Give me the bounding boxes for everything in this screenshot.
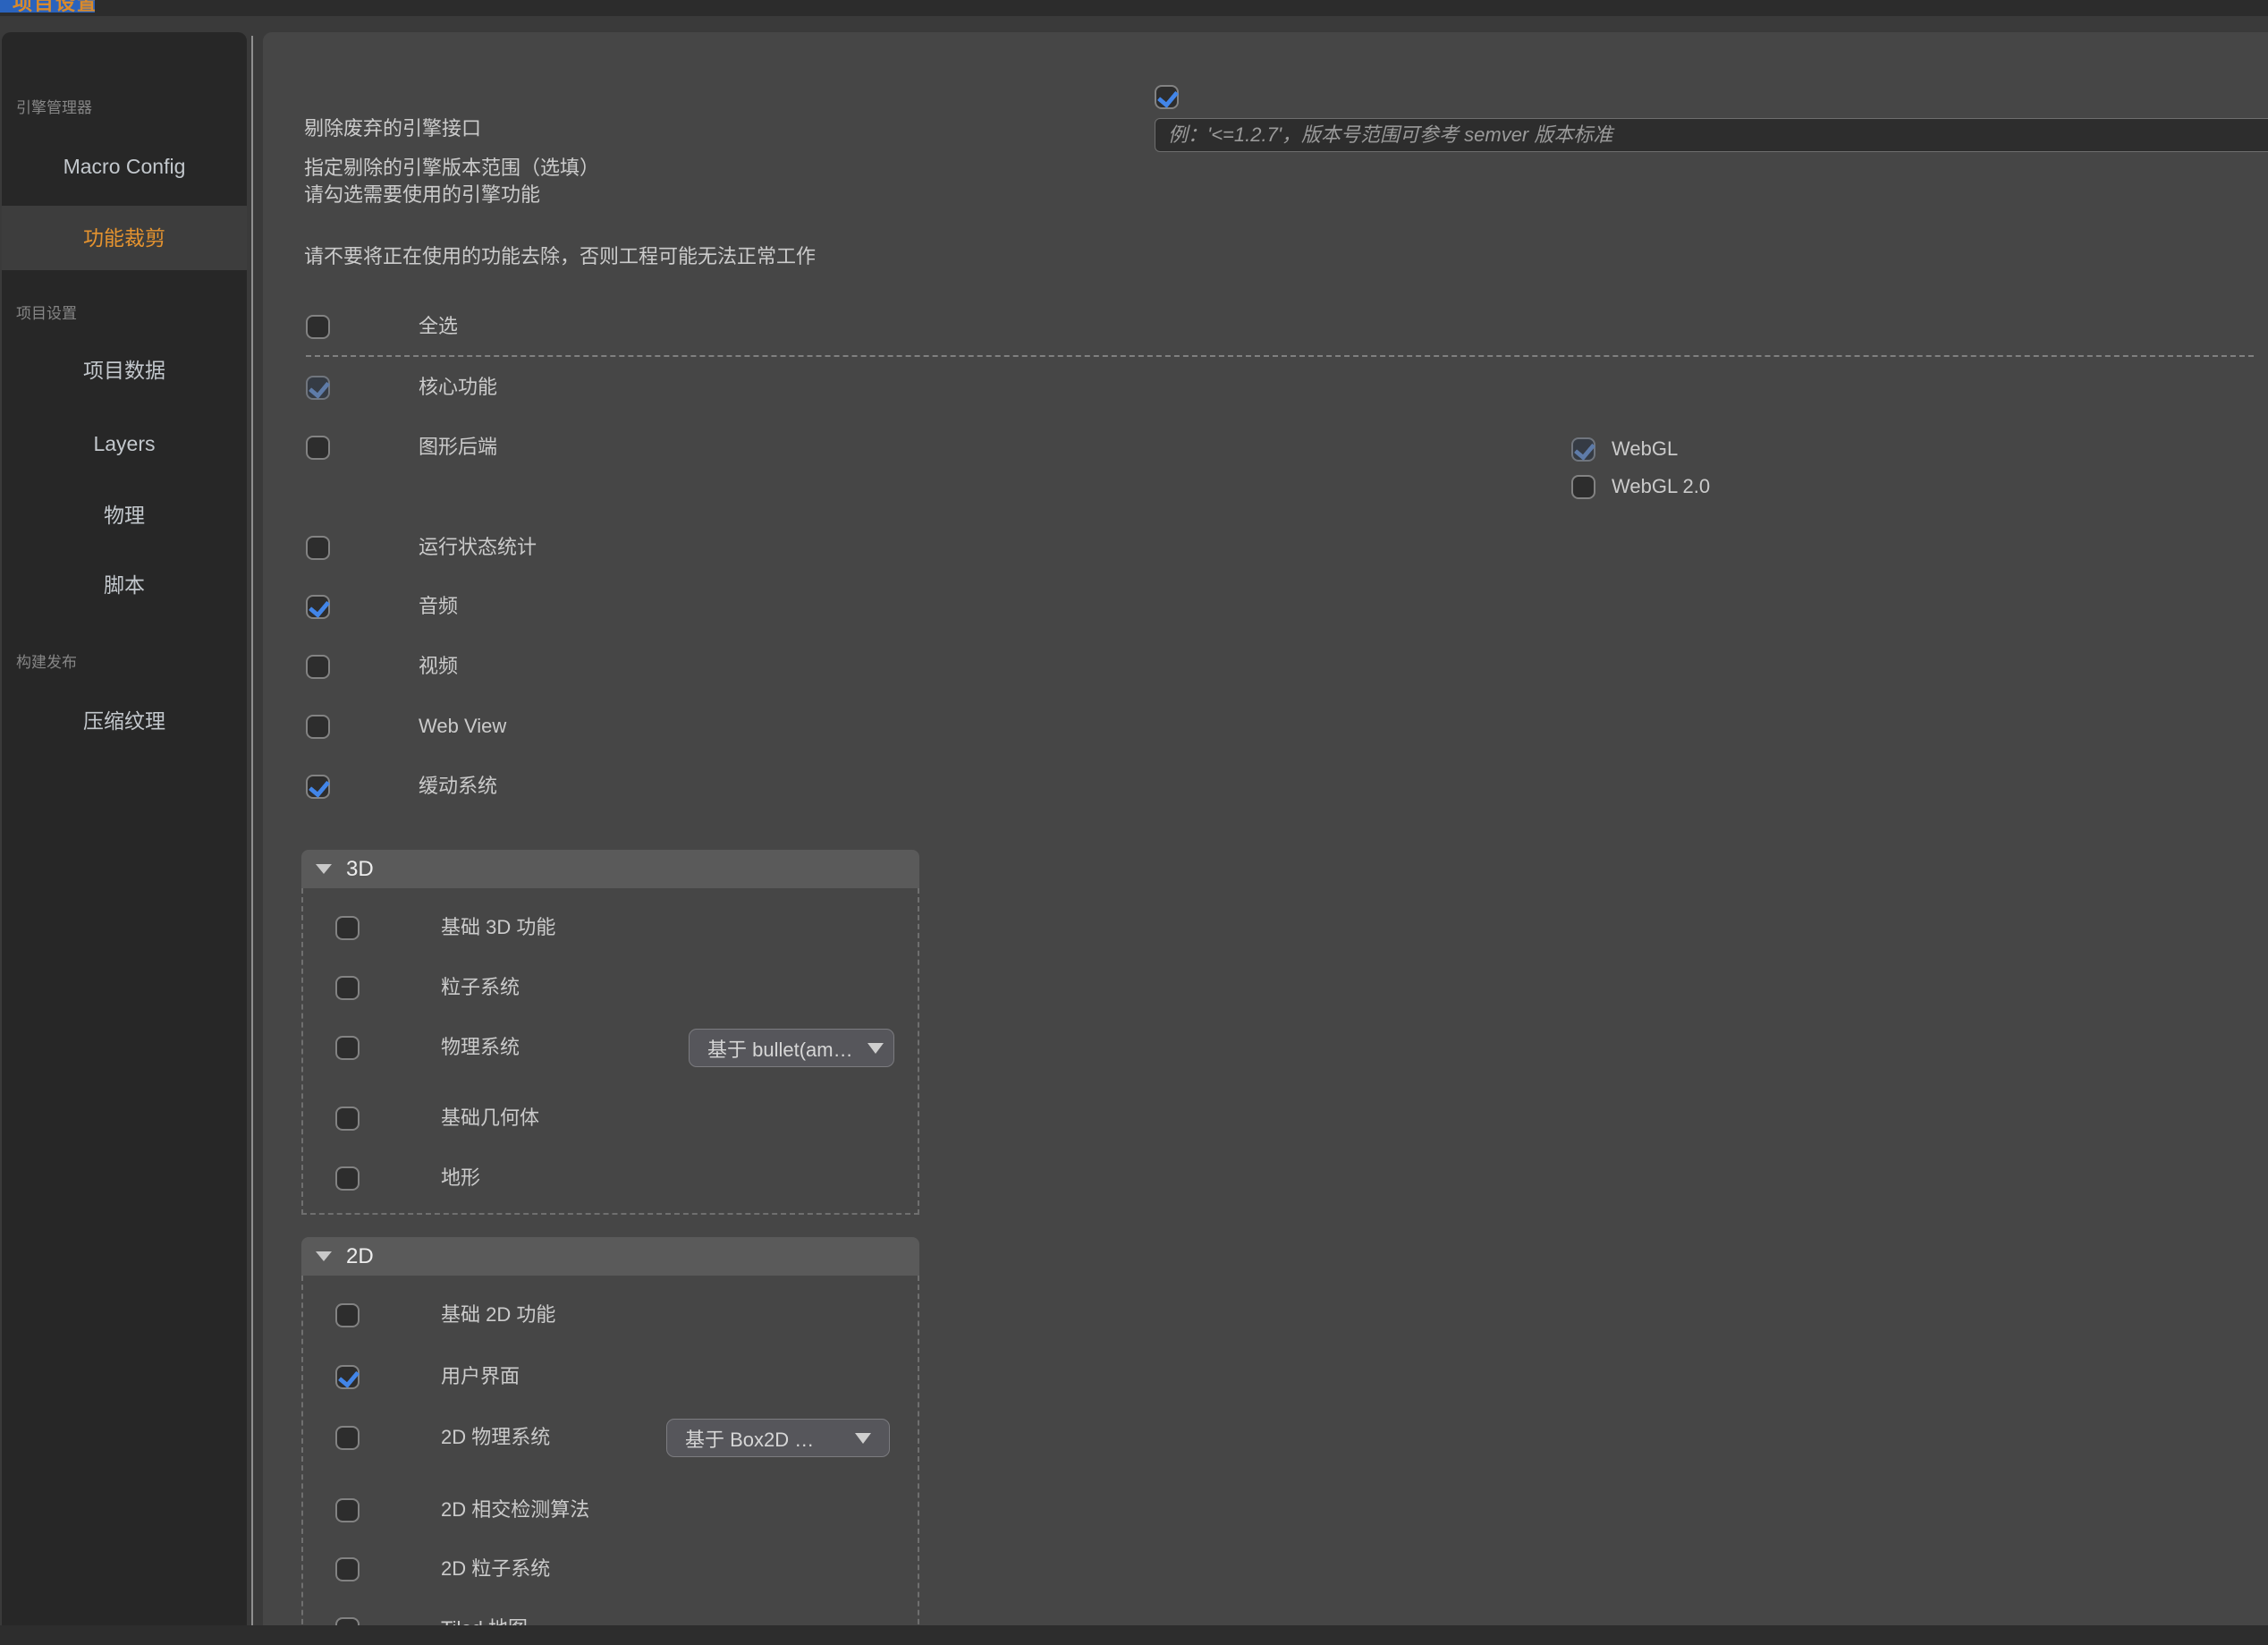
group-title-2d: 2D	[346, 1244, 374, 1269]
feature-粒子系统-label: 粒子系统	[441, 974, 520, 1001]
sidebar-item-脚本[interactable]: 脚本	[2, 553, 247, 617]
group-header-3d[interactable]: 3D	[301, 850, 919, 888]
group-header-2d[interactable]: 2D	[301, 1237, 919, 1276]
feature-2d-物理系统-engine-select-value: 基于 Box2D …	[685, 1424, 814, 1453]
feature-基础-2d-功能-label: 基础 2D 功能	[441, 1302, 555, 1328]
feature-视频-label: 视频	[419, 653, 458, 680]
feature-2d-相交检测算法-label: 2D 相交检测算法	[441, 1497, 589, 1523]
feature-地形-label: 地形	[441, 1165, 480, 1191]
bottom-strip	[0, 1625, 2268, 1645]
select-all-separator	[306, 355, 2254, 357]
sidebar-section-项目设置: 项目设置	[16, 304, 77, 324]
feature-用户界面-checkbox[interactable]	[335, 1365, 360, 1389]
feature-物理系统-label: 物理系统	[441, 1034, 520, 1061]
collapse-arrow-icon	[316, 1251, 332, 1261]
feature-基础几何体-checkbox[interactable]	[335, 1107, 360, 1131]
feature-缓动系统-checkbox[interactable]	[306, 775, 330, 799]
feature-地形-checkbox[interactable]	[335, 1166, 360, 1191]
project-settings-window: 项目设置 引擎管理器Macro Config功能裁剪项目设置项目数据Layers…	[0, 0, 2268, 1645]
feature-核心功能-label: 核心功能	[419, 374, 497, 401]
feature-tiled-地图-checkbox[interactable]	[335, 1617, 360, 1625]
feature-基础-3d-功能-checkbox[interactable]	[335, 916, 360, 940]
feature-基础-3d-功能-label: 基础 3D 功能	[441, 914, 555, 941]
feature-用户界面-label: 用户界面	[441, 1363, 520, 1390]
dropdown-arrow-icon	[867, 1043, 884, 1054]
feature-物理系统-engine-select-value: 基于 bullet(am…	[707, 1034, 853, 1063]
feature-核心功能-checkbox	[306, 376, 330, 400]
sidebar-item-项目数据[interactable]: 项目数据	[2, 338, 247, 403]
feature-图形后端-checkbox[interactable]	[306, 436, 330, 460]
deprecated-api-label: 剔除废弃的引擎接口	[304, 115, 481, 142]
feature-音频-label: 音频	[419, 593, 458, 620]
feature-运行状态统计-label: 运行状态统计	[419, 534, 537, 561]
dropdown-arrow-icon	[855, 1433, 871, 1444]
feature-warning: 请不要将正在使用的功能去除，否则工程可能无法正常工作	[304, 243, 816, 270]
feature-2d-粒子系统-label: 2D 粒子系统	[441, 1556, 550, 1582]
sidebar: 引擎管理器 Macro Config 功能裁剪项目设置项目数据 Layers 物理脚本构…	[2, 32, 247, 1625]
feature-视频-checkbox[interactable]	[306, 655, 330, 679]
version-range-label: 指定剔除的引擎版本范围（选填）	[304, 155, 599, 182]
main-content-panel: 剔除废弃的引擎接口 指定剔除的引擎版本范围（选填） 请勾选需要使用的引擎功能 请…	[263, 32, 2268, 1625]
feature-2d-物理系统-checkbox[interactable]	[335, 1426, 360, 1450]
sidebar-item-macro-config[interactable]: Macro Config	[2, 134, 247, 199]
feature-webgl-checkbox	[1571, 437, 1595, 462]
tab-project-settings[interactable]: 项目设置	[0, 0, 95, 13]
sidebar-item-layers[interactable]: Layers	[2, 411, 247, 476]
feature-物理系统-engine-select[interactable]: 基于 bullet(am…	[689, 1029, 894, 1067]
deprecated-api-checkbox[interactable]	[1155, 85, 1179, 109]
tab-project-settings-label: 项目设置	[13, 0, 95, 13]
feature-粒子系统-checkbox[interactable]	[335, 976, 360, 1000]
feature-物理系统-checkbox[interactable]	[335, 1036, 360, 1060]
feature-2d-相交检测算法-checkbox[interactable]	[335, 1498, 360, 1522]
feature-hint: 请勾选需要使用的引擎功能	[304, 182, 540, 208]
feature-2d-粒子系统-checkbox[interactable]	[335, 1557, 360, 1581]
sidebar-item-功能裁剪[interactable]: 功能裁剪	[2, 206, 247, 270]
feature-基础-2d-功能-checkbox[interactable]	[335, 1303, 360, 1327]
sidebar-item-压缩纹理[interactable]: 压缩纹理	[2, 689, 247, 753]
sidebar-section-构建发布: 构建发布	[16, 653, 77, 673]
feature-音频-checkbox[interactable]	[306, 595, 330, 619]
collapse-arrow-icon	[316, 864, 332, 874]
sidebar-item-物理[interactable]: 物理	[2, 483, 247, 547]
feature-图形后端-label: 图形后端	[419, 434, 497, 461]
feature-webgl-2-0-label: WebGL 2.0	[1612, 473, 1710, 500]
feature-webgl-2-0-checkbox[interactable]	[1571, 475, 1595, 499]
feature-全选-checkbox[interactable]	[306, 315, 330, 339]
feature-2d-物理系统-label: 2D 物理系统	[441, 1424, 550, 1451]
feature-全选-label: 全选	[419, 313, 458, 340]
feature-缓动系统-label: 缓动系统	[419, 773, 497, 800]
version-range-input[interactable]	[1155, 118, 2268, 152]
sidebar-section-引擎管理器: 引擎管理器	[16, 98, 92, 118]
feature-web-view-checkbox[interactable]	[306, 715, 330, 739]
top-bar	[0, 0, 2268, 16]
feature-运行状态统计-checkbox[interactable]	[306, 536, 330, 560]
feature-web-view-label: Web View	[419, 713, 506, 740]
panel-divider[interactable]	[251, 36, 253, 1626]
group-title-3d: 3D	[346, 857, 374, 882]
feature-tiled-地图-label: Tiled 地图	[441, 1615, 528, 1625]
feature-基础几何体-label: 基础几何体	[441, 1105, 539, 1132]
feature-webgl-label: WebGL	[1612, 436, 1678, 462]
feature-2d-物理系统-engine-select[interactable]: 基于 Box2D …	[666, 1419, 890, 1457]
